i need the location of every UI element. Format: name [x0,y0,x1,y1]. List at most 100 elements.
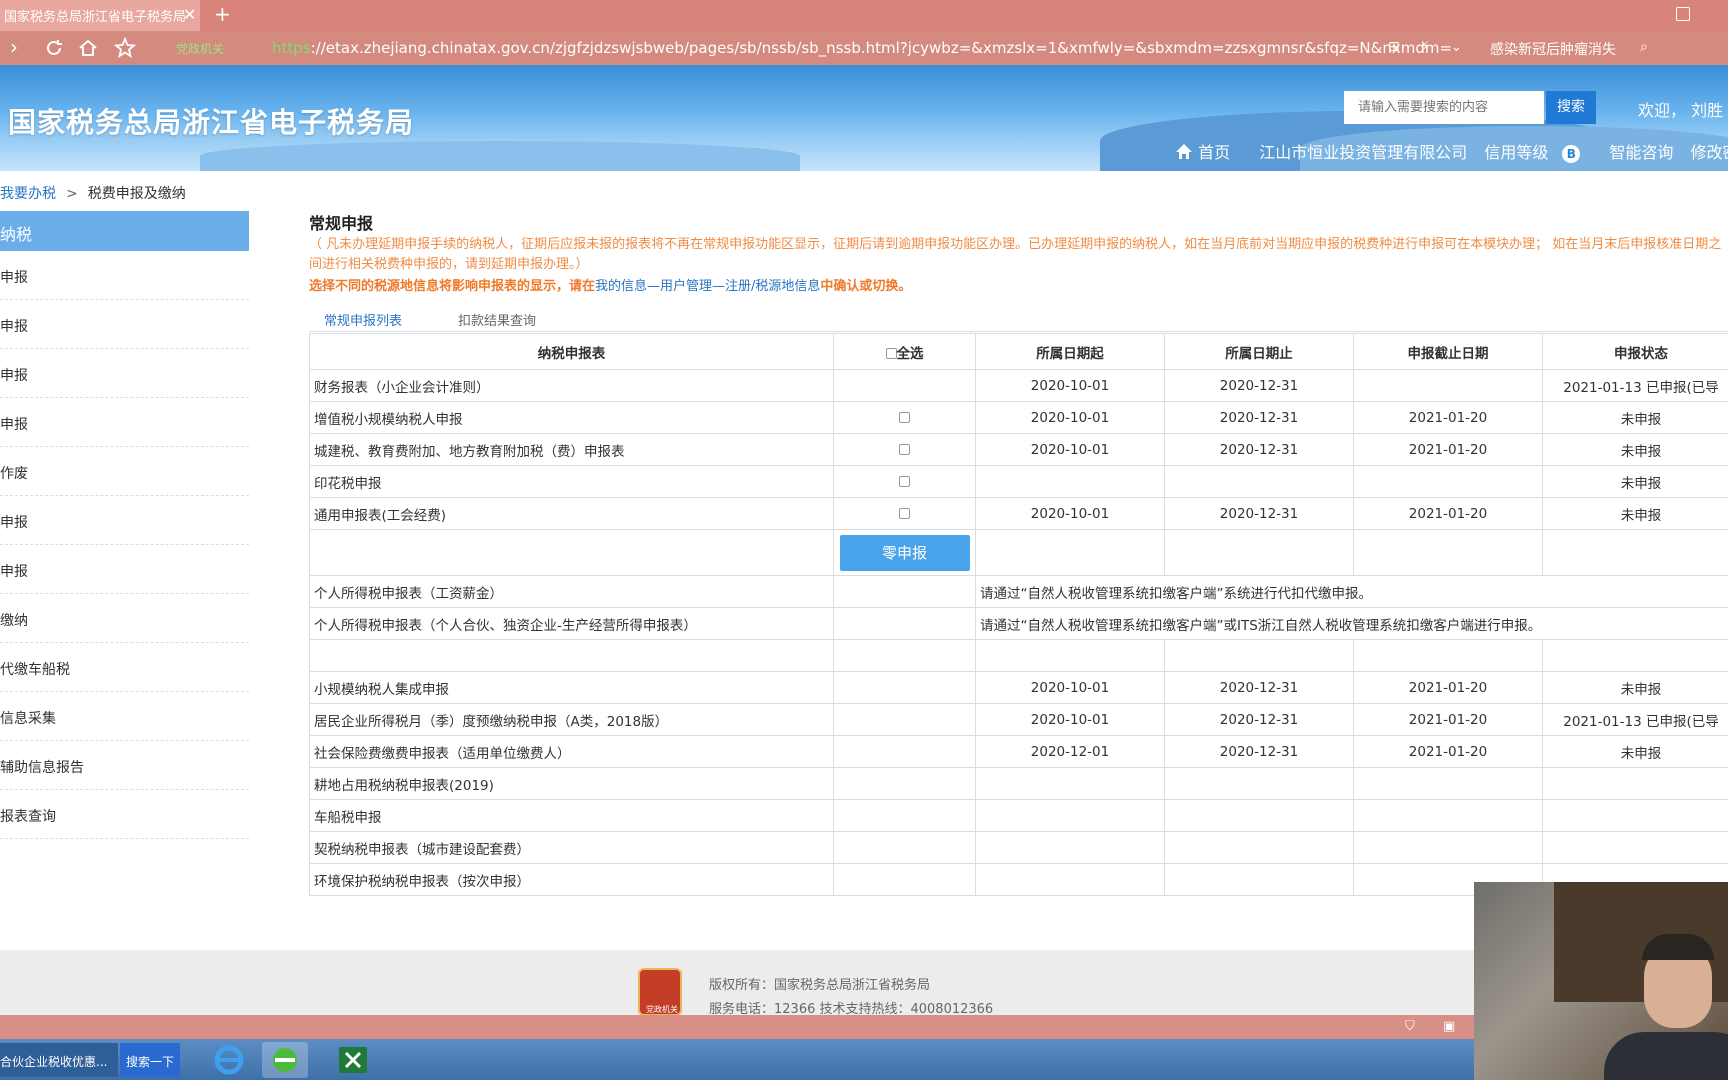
url-text: ://etax.zhejiang.chinatax.gov.cn/zjgfzjd… [310,39,1453,57]
notice-prefix: 选择不同的税源地信息将影响申报表的显示，请在 [309,279,596,294]
search-button[interactable]: 搜索 [1546,91,1596,124]
form-name-cell[interactable]: 财务报表（小企业会计准则） [309,369,834,402]
table-row: 增值税小规模纳税人申报 2020-10-01 2020-12-31 2021-01-2… [309,401,1728,434]
form-name-cell[interactable]: 环境保护税纳税申报表（按次申报） [309,863,834,896]
form-name-cell[interactable]: 通用申报表(工会经费) [309,497,834,530]
form-name-cell[interactable]: 车船税申报 [309,799,834,832]
credit-label: 信用等级 [1484,143,1549,162]
start-date-cell [975,767,1165,800]
tab-deduction-query[interactable]: 扣款结果查询 [458,310,536,329]
form-name-cell[interactable]: 个人所得税申报表（工资薪金） [309,575,834,608]
gov-logo: 党政机关 [638,968,682,1016]
star-icon[interactable] [114,37,136,59]
status-cell [1542,639,1728,672]
browser-tab[interactable]: 国家税务总局浙江省电子税务局 [0,0,200,31]
taskbar-search-button[interactable]: 搜索一下 [120,1043,180,1077]
form-name-cell[interactable]: 小规模纳税人集成申报 [309,671,834,704]
table-row: 财务报表（小企业会计准则） 2020-10-01 2020-12-31 2021-01… [309,369,1728,402]
credit-level[interactable]: 信用等级 B [1484,143,1592,163]
checkbox-cell [833,767,976,800]
column-header: 纳税申报表 [309,333,834,370]
nav-home[interactable]: 首页 [1175,143,1242,162]
sidebar-item[interactable]: 缴纳 [0,594,249,643]
page-title: 常规申报 [309,214,374,233]
toolbar-icons[interactable]: ⊞ ⚡ ⌄ [1388,39,1470,55]
sidebar-item[interactable]: 辅助信息报告 [0,741,249,790]
checkbox-cell [833,369,976,402]
ie-icon[interactable] [206,1042,252,1078]
row-checkbox[interactable] [899,476,910,487]
sidebar-item[interactable]: 报表查询 [0,790,249,839]
table-row: 车船税申报 [309,799,1728,832]
sidebar: 纳税 申报 申报 申报 申报 作废 申报 申报 缴纳 代缴车船税 信息采集 辅助… [0,211,249,931]
form-name-cell[interactable]: 社会保险费缴费申报表（适用单位缴费人） [309,735,834,768]
form-name-cell[interactable] [309,639,834,672]
search-input[interactable] [1344,91,1544,124]
form-name-cell[interactable]: 契税纳税申报表（城市建设配套费） [309,831,834,864]
search-icon[interactable]: ⌕ [1640,39,1648,55]
row-checkbox[interactable] [899,508,910,519]
zero-filing-button[interactable]: 零申报 [839,534,970,571]
browser-status-bar: ⛉ ▣ [0,1015,1728,1039]
sidebar-item[interactable]: 申报 [0,251,249,300]
notice-text: （ 凡未办理延期申报手续的纳税人，征期后应报未报的报表将不再在常规申报功能区显示… [309,237,1722,272]
breadcrumb-separator: > [66,186,78,202]
form-name-cell[interactable]: 印花税申报 [309,465,834,498]
form-name-cell[interactable]: 居民企业所得税月（季）度预缴纳税申报（A类，2018版） [309,703,834,736]
company-name[interactable]: 江山市恒业投资管理有限公司 [1259,143,1467,162]
new-tab-icon[interactable]: + [214,2,231,26]
excel-icon[interactable] [330,1042,376,1078]
forward-icon[interactable]: › [10,37,18,57]
form-name-cell[interactable]: 增值税小规模纳税人申报 [309,401,834,434]
row-checkbox[interactable] [899,444,910,455]
note-cell: 请通过“自然人税收管理系统扣缴客户端”或ITS浙江自然人税收管理系统扣缴客户端进… [975,607,1728,640]
sidebar-item[interactable]: 申报 [0,300,249,349]
checkbox-cell [833,863,976,896]
form-name-cell[interactable]: 城建税、教育费附加、地方教育附加税（费）申报表 [309,433,834,466]
checkbox-cell [833,497,976,530]
browser-icon[interactable] [262,1042,308,1078]
row-checkbox[interactable] [899,412,910,423]
home-icon[interactable] [78,38,98,58]
start-date-cell: 2020-10-01 [975,433,1165,466]
copyright-text: 版权所有：国家税务总局浙江省税务局 [709,978,931,993]
breadcrumb-root[interactable]: 我要办税 [0,186,56,202]
notice-suffix: 中确认或切换。 [820,279,912,294]
select-all-checkbox[interactable] [885,348,897,359]
sidebar-item[interactable]: 信息采集 [0,692,249,741]
column-header: 所属日期止 [1164,333,1354,370]
close-tab-icon[interactable]: ✕ [183,5,196,24]
checkbox-cell [833,401,976,434]
url-field[interactable]: https://etax.zhejiang.chinatax.gov.cn/zj… [272,39,1452,57]
table-row: 契税纳税申报表（城市建设配套费） [309,831,1728,864]
site-title: 国家税务总局浙江省电子税务局 [8,106,415,139]
taskbar-window[interactable]: 合伙企业税收优惠... [0,1043,118,1077]
select-all-header[interactable]: 全选 [833,333,976,370]
sidebar-item[interactable]: 申报 [0,349,249,398]
checkbox-cell [833,735,976,768]
page-footer: 党政机关 版权所有：国家税务总局浙江省税务局 服务电话：12366 技术支持热线… [0,950,1728,1017]
sidebar-item[interactable]: 申报 [0,398,249,447]
form-name-cell[interactable]: 耕地占用税纳税申报表(2019) [309,767,834,800]
sidebar-item[interactable]: 代缴车船税 [0,643,249,692]
presenter-image [1604,1032,1728,1080]
taxsource-link[interactable]: 我的信息—用户管理—注册/税源地信息 [595,279,820,294]
sidebar-item[interactable]: 作废 [0,447,249,496]
table-row: 通用申报表(工会经费) 2020-10-01 2020-12-31 2021-01-2… [309,497,1728,530]
shirt-icon[interactable] [1676,7,1690,21]
news-ticker[interactable]: 感染新冠后肿瘤消失 [1490,39,1616,59]
column-header: 申报状态 [1542,333,1728,370]
shield-icon[interactable]: ⛉ [1405,1019,1415,1034]
nav-consult[interactable]: 智能咨询 [1609,143,1673,162]
form-name-cell[interactable]: 个人所得税申报表（个人合伙、独资企业-生产经营所得申报表） [309,607,834,640]
image-icon[interactable]: ▣ [1443,1019,1455,1034]
sidebar-item[interactable]: 申报 [0,496,249,545]
nav-change-password[interactable]: 修改密码 [1691,143,1728,162]
refresh-icon[interactable] [44,38,64,58]
sidebar-header[interactable]: 纳税 [0,211,249,251]
deadline-cell: 2021-01-20 [1353,401,1543,434]
sidebar-item[interactable]: 申报 [0,545,249,594]
start-date-cell: 2020-10-01 [975,703,1165,736]
address-bar: › 党政机关 https://etax.zhejiang.chinatax.go… [0,31,1728,65]
os-taskbar: 合伙企业税收优惠... 搜索一下 [0,1039,1728,1080]
